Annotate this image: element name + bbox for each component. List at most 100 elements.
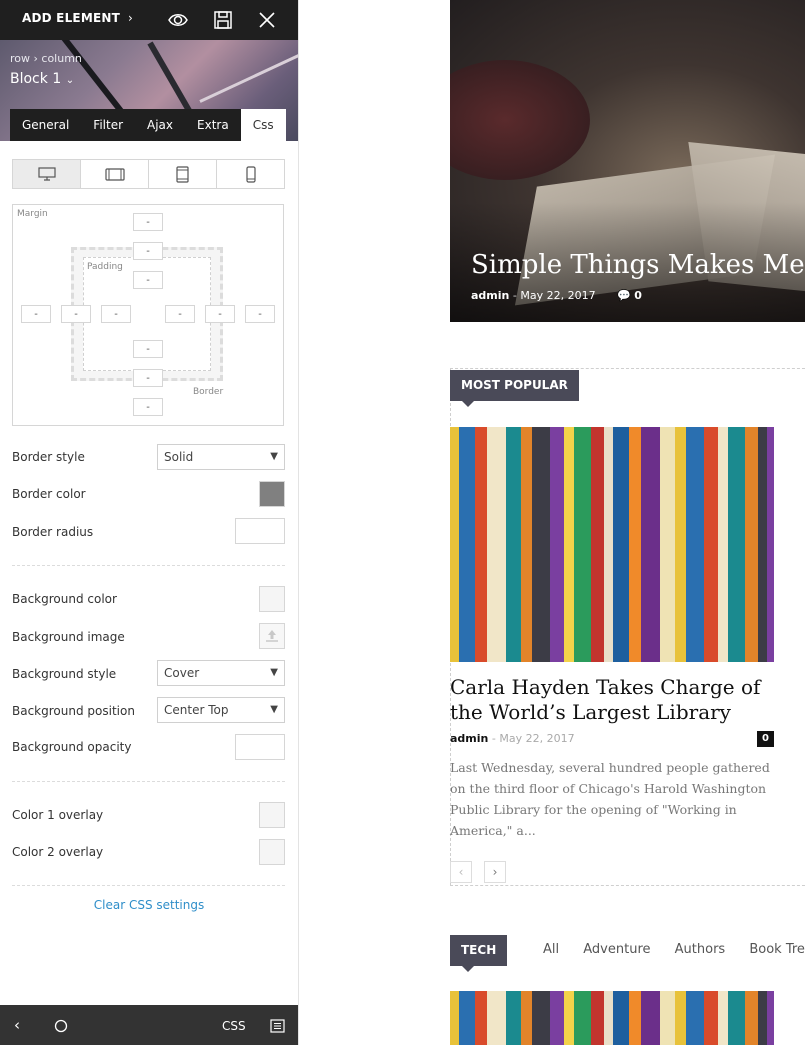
eye-icon[interactable] xyxy=(167,9,189,31)
label-notch xyxy=(462,966,474,972)
padding-label: Padding xyxy=(87,262,123,272)
background-color-swatch[interactable] xyxy=(259,586,285,612)
device-switcher xyxy=(12,159,285,189)
most-popular-label: MOST POPULAR xyxy=(450,370,579,407)
background-position-select[interactable]: Center Top ▼ xyxy=(157,697,285,723)
meta-separator: - xyxy=(512,289,521,302)
chevron-right-icon: › xyxy=(128,11,133,25)
hero-date: May 22, 2017 xyxy=(520,289,596,302)
hero-post[interactable]: Simple Things Makes Me H admin - May 22,… xyxy=(450,0,805,322)
block-title-dropdown[interactable]: Block 1 ⌄ xyxy=(10,71,74,87)
caret-down-icon: ▼ xyxy=(270,451,278,462)
header-decoration xyxy=(199,49,298,103)
book-spine xyxy=(591,427,605,662)
hero-image-decoration xyxy=(450,60,590,180)
breadcrumb[interactable]: row › column xyxy=(10,52,82,65)
book-spine xyxy=(745,427,759,662)
tab-css[interactable]: Css xyxy=(240,109,286,141)
border-color-swatch[interactable] xyxy=(259,481,285,507)
margin-left-input[interactable]: - xyxy=(21,305,51,323)
background-image-upload[interactable] xyxy=(259,623,285,649)
background-position-row: Background position Center Top ▼ xyxy=(12,697,285,723)
css-button[interactable]: CSS xyxy=(222,1019,246,1033)
hero-author[interactable]: admin xyxy=(471,289,509,302)
book-spine xyxy=(487,427,507,662)
book-spine xyxy=(459,427,476,662)
device-tablet-portrait[interactable] xyxy=(149,160,217,188)
circle-icon[interactable] xyxy=(54,1019,68,1033)
background-style-row: Background style Cover ▼ xyxy=(12,660,285,686)
filter-adventure[interactable]: Adventure xyxy=(583,942,650,957)
border-label: Border xyxy=(193,387,224,397)
book-spine xyxy=(704,427,719,662)
next-page-button[interactable]: › xyxy=(484,861,506,883)
border-style-select[interactable]: Solid ▼ xyxy=(157,444,285,470)
settings-panel: ADD ELEMENT › row › column Block 1 ⌄ Gene… xyxy=(0,0,299,1045)
bottom-toolbar: ‹ CSS xyxy=(0,1005,298,1045)
book-spine xyxy=(591,991,605,1045)
hero-title[interactable]: Simple Things Makes Me H xyxy=(471,250,805,280)
phone-icon xyxy=(245,165,256,183)
close-icon[interactable] xyxy=(256,9,278,31)
desktop-icon xyxy=(37,167,56,181)
book-spine xyxy=(550,427,565,662)
border-left-input[interactable]: - xyxy=(61,305,91,323)
book-spine xyxy=(506,991,522,1045)
article-author[interactable]: admin xyxy=(450,732,488,745)
back-icon[interactable]: ‹ xyxy=(14,1016,20,1034)
divider xyxy=(12,565,285,566)
most-popular-label-text: MOST POPULAR xyxy=(461,378,568,392)
clear-css-link[interactable]: Clear CSS settings xyxy=(0,898,298,912)
border-top-input[interactable]: - xyxy=(133,242,163,260)
tab-ajax[interactable]: Ajax xyxy=(135,109,185,141)
block-title: Block 1 xyxy=(10,71,62,87)
color2-overlay-row: Color 2 overlay xyxy=(12,839,285,865)
padding-top-input[interactable]: - xyxy=(133,271,163,289)
margin-label: Margin xyxy=(17,209,48,219)
margin-bottom-input[interactable]: - xyxy=(133,398,163,416)
book-spine xyxy=(728,991,746,1045)
book-spine xyxy=(459,991,476,1045)
background-style-label: Background style xyxy=(12,667,117,681)
margin-top-input[interactable]: - xyxy=(133,213,163,231)
padding-right-input[interactable]: - xyxy=(165,305,195,323)
hero-comments[interactable]: 0 xyxy=(634,289,642,302)
article-image[interactable] xyxy=(450,427,774,662)
color2-overlay-swatch[interactable] xyxy=(259,839,285,865)
save-icon[interactable] xyxy=(212,9,234,31)
tech-filter-tabs: All Adventure Authors Book Trends xyxy=(543,942,805,957)
color1-overlay-swatch[interactable] xyxy=(259,802,285,828)
border-radius-label: Border radius xyxy=(12,525,94,539)
book-spine xyxy=(767,991,774,1045)
book-spine xyxy=(704,991,719,1045)
margin-right-input[interactable]: - xyxy=(245,305,275,323)
tab-general[interactable]: General xyxy=(10,109,81,141)
filter-all[interactable]: All xyxy=(543,942,559,957)
tab-extra[interactable]: Extra xyxy=(185,109,241,141)
device-phone[interactable] xyxy=(217,160,284,188)
book-spine xyxy=(574,991,592,1045)
tab-filter[interactable]: Filter xyxy=(81,109,135,141)
comment-count-badge[interactable]: 0 xyxy=(757,731,774,747)
padding-left-input[interactable]: - xyxy=(101,305,131,323)
add-element-button[interactable]: ADD ELEMENT › xyxy=(22,11,133,25)
background-style-select[interactable]: Cover ▼ xyxy=(157,660,285,686)
background-style-value: Cover xyxy=(164,666,200,680)
list-icon[interactable] xyxy=(270,1019,285,1033)
border-bottom-input[interactable]: - xyxy=(133,369,163,387)
tech-article-image[interactable] xyxy=(450,991,774,1045)
prev-page-button[interactable]: ‹ xyxy=(450,861,472,883)
padding-bottom-input[interactable]: - xyxy=(133,340,163,358)
border-right-input[interactable]: - xyxy=(205,305,235,323)
border-radius-input[interactable] xyxy=(235,518,285,544)
background-opacity-input[interactable] xyxy=(235,734,285,760)
divider xyxy=(12,781,285,782)
device-desktop[interactable] xyxy=(13,160,81,188)
background-image-row: Background image xyxy=(12,623,285,649)
border-style-row: Border style Solid ▼ xyxy=(12,444,285,470)
book-spine xyxy=(686,427,705,662)
device-tablet-landscape[interactable] xyxy=(81,160,149,188)
filter-book-trends[interactable]: Book Trends xyxy=(749,942,805,957)
article-title[interactable]: Carla Hayden Takes Charge of the World’s… xyxy=(450,675,780,725)
filter-authors[interactable]: Authors xyxy=(675,942,726,957)
